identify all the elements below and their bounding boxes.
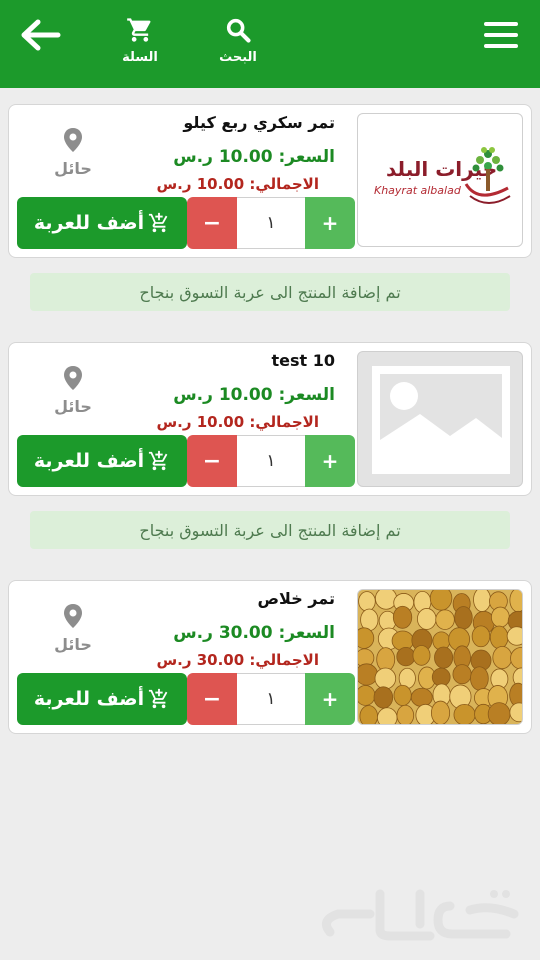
location: حائل <box>53 365 93 416</box>
date-fruit <box>396 646 416 667</box>
date-fruit <box>359 705 378 724</box>
date-fruit <box>492 645 513 670</box>
product-image[interactable] <box>357 589 523 725</box>
date-fruit <box>410 687 433 707</box>
date-fruit <box>434 646 454 669</box>
khayrat-albalad-logo: خيرات البلد Khayrat albalad <box>374 147 511 204</box>
add-to-cart-label: أضف للعربة <box>33 212 145 234</box>
quantity-stepper: − ١ + <box>187 197 355 249</box>
date-fruit <box>430 700 451 724</box>
location-pin-icon <box>64 604 82 628</box>
date-fruit <box>473 590 491 613</box>
location-label: حائل <box>54 159 92 178</box>
add-cart-icon <box>149 212 168 233</box>
dates-photo <box>358 590 522 724</box>
add-cart-icon <box>149 450 168 471</box>
location: حائل <box>53 603 93 654</box>
success-toast: تم إضافة المنتج الى عربة التسوق بنجاح <box>30 511 510 549</box>
quantity-stepper: − ١ + <box>187 435 355 487</box>
increase-quantity-button[interactable]: + <box>305 673 355 725</box>
increase-quantity-button[interactable]: + <box>305 435 355 487</box>
image-placeholder-icon <box>372 366 510 474</box>
date-fruit <box>373 686 394 709</box>
quantity-stepper: − ١ + <box>187 673 355 725</box>
increase-quantity-button[interactable]: + <box>305 197 355 249</box>
product-title[interactable]: تمر خلاص <box>258 589 335 608</box>
cart-nav-label: السلة <box>122 50 158 65</box>
product-price: السعر: 10.00 ر.س <box>173 147 335 167</box>
date-fruit <box>392 605 413 629</box>
date-fruit <box>358 591 376 612</box>
logo-text-en: Khayrat albalad <box>374 184 462 197</box>
watermark-logo <box>321 889 519 941</box>
product-card: test 10 السعر: 10.00 ر.س الاجمالي: 10.00… <box>8 342 532 496</box>
location-pin-icon <box>64 128 82 152</box>
search-nav-button[interactable]: البحث <box>210 16 266 65</box>
date-fruit <box>417 608 437 630</box>
product-title[interactable]: تمر سكري ربع كيلو <box>183 113 335 132</box>
location-pin-icon <box>64 366 82 390</box>
location-label: حائل <box>54 635 92 654</box>
date-fruit <box>377 707 398 724</box>
date-fruit <box>489 625 509 650</box>
date-fruit <box>470 666 489 691</box>
date-fruit <box>454 606 473 630</box>
location: حائل <box>53 127 93 178</box>
add-to-cart-label: أضف للعربة <box>33 450 145 472</box>
date-fruit <box>490 606 510 628</box>
success-toast: تم إضافة المنتج الى عربة التسوق بنجاح <box>30 273 510 311</box>
date-fruit <box>358 663 378 686</box>
arrow-left-icon[interactable] <box>18 18 62 52</box>
product-title[interactable]: test 10 <box>271 351 335 370</box>
date-fruit <box>487 702 511 724</box>
add-to-cart-button[interactable]: أضف للعربة <box>17 197 187 249</box>
search-nav-label: البحث <box>219 50 257 65</box>
decrease-quantity-button[interactable]: − <box>187 435 237 487</box>
product-total: الاجمالي: 10.00 ر.س <box>156 175 319 193</box>
search-icon <box>226 18 251 43</box>
date-fruit <box>375 590 398 610</box>
add-cart-icon <box>149 688 168 709</box>
quantity-field[interactable]: ١ <box>237 435 305 487</box>
date-fruit <box>429 590 453 611</box>
date-fruit <box>452 664 472 685</box>
product-total: الاجمالي: 10.00 ر.س <box>156 413 319 431</box>
date-fruit <box>360 608 379 632</box>
product-card: تمر خلاص السعر: 30.00 ر.س الاجمالي: 30.0… <box>8 580 532 734</box>
date-fruit <box>412 645 431 666</box>
date-fruit <box>506 626 522 646</box>
add-to-cart-button[interactable]: أضف للعربة <box>17 673 187 725</box>
product-card: خيرات البلد Khayrat albalad تمر سكري ربع… <box>8 104 532 258</box>
date-fruit <box>358 627 375 649</box>
date-fruit <box>435 609 455 630</box>
add-to-cart-label: أضف للعربة <box>33 688 145 710</box>
product-image[interactable] <box>357 351 523 487</box>
quantity-field[interactable]: ١ <box>237 197 305 249</box>
shopping-cart-icon <box>127 18 151 42</box>
product-price: السعر: 30.00 ر.س <box>173 623 335 643</box>
quantity-field[interactable]: ١ <box>237 673 305 725</box>
top-app-bar: السلة البحث <box>0 0 540 88</box>
decrease-quantity-button[interactable]: − <box>187 673 237 725</box>
cart-nav-button[interactable]: السلة <box>112 16 168 65</box>
hamburger-menu-icon[interactable] <box>482 20 520 50</box>
product-image[interactable]: خيرات البلد Khayrat albalad <box>357 113 523 247</box>
date-fruit <box>393 684 412 706</box>
product-total: الاجمالي: 30.00 ر.س <box>156 651 319 669</box>
date-fruit <box>374 667 397 690</box>
date-fruit <box>471 625 491 648</box>
date-fruit <box>358 685 376 706</box>
decrease-quantity-button[interactable]: − <box>187 197 237 249</box>
date-fruit <box>453 703 476 724</box>
date-fruit <box>396 704 415 724</box>
product-price: السعر: 10.00 ر.س <box>173 385 335 405</box>
add-to-cart-button[interactable]: أضف للعربة <box>17 435 187 487</box>
location-label: حائل <box>54 397 92 416</box>
